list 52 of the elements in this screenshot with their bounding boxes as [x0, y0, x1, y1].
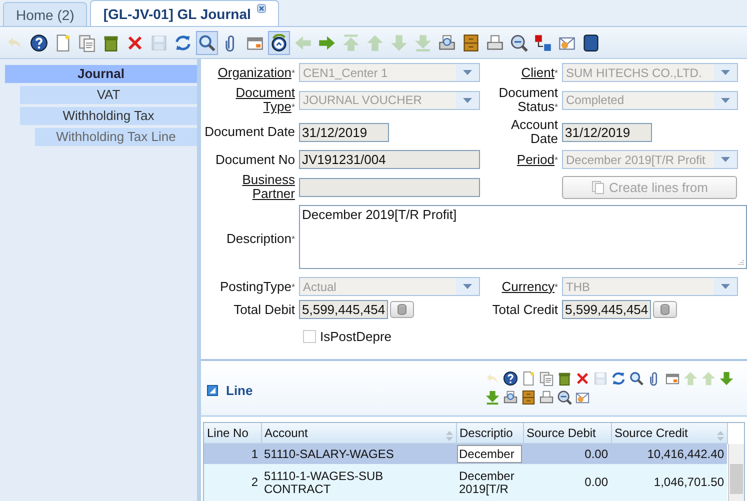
table-cell: 51110-1-WAGES-SUB CONTRACT: [261, 464, 456, 501]
calculator-button[interactable]: [390, 301, 414, 318]
cell-input-field[interactable]: December: [457, 445, 522, 463]
description-field[interactable]: December 2019[T/R Profit]: [299, 205, 747, 269]
table-row[interactable]: 1 51110-SALARY-WAGES December 0.00 10,416,442.40: [204, 444, 727, 464]
date-field[interactable]: 31/12/2019: [562, 122, 652, 142]
resize-grip-icon[interactable]: [737, 259, 744, 266]
sidebar-item[interactable]: Withholding Tax: [20, 107, 197, 125]
cylinder-icon: [660, 304, 670, 315]
search-icon[interactable]: [627, 369, 645, 388]
help-icon[interactable]: [501, 369, 519, 388]
date-field[interactable]: 31/12/2019: [299, 122, 389, 142]
column-header[interactable]: Account: [261, 423, 456, 444]
text-field[interactable]: [299, 178, 480, 196]
scrollbar[interactable]: [728, 444, 744, 501]
field-label: Document No: [216, 152, 295, 166]
copy-icon[interactable]: [537, 369, 555, 388]
search-icon[interactable]: [196, 30, 218, 54]
table-cell: 10,416,442.40: [611, 444, 727, 464]
column-header[interactable]: Line No: [204, 423, 261, 444]
field-label: Business Partner: [242, 172, 295, 201]
table-cell: 51110-SALARY-WAGES: [261, 444, 456, 464]
table-cell: 0.00: [523, 444, 611, 464]
calculator-button[interactable]: [653, 301, 678, 318]
number-field[interactable]: 5,599,445,454: [299, 300, 388, 319]
table-cell: December 2019[T/R: [456, 464, 523, 501]
tab[interactable]: Home (2): [3, 2, 88, 26]
close-icon[interactable]: [256, 4, 266, 13]
sidebar-item[interactable]: Journal: [5, 65, 197, 83]
checkbox-label: IsPostDepre: [320, 329, 392, 344]
table-cell: 1,046,701.50: [611, 464, 727, 501]
number-field[interactable]: 5,599,445,454: [562, 300, 652, 319]
field-label: Total Debit: [234, 302, 295, 316]
field-label: Account Date: [511, 117, 558, 146]
column-header[interactable]: Descriptio: [456, 423, 523, 444]
arrow-down-icon[interactable]: [717, 369, 735, 388]
cylinder-icon: [397, 304, 408, 315]
column-header[interactable]: Source Credit: [611, 423, 727, 444]
collapse-icon[interactable]: [207, 384, 218, 396]
text-field[interactable]: JV191231/004: [299, 150, 480, 169]
clock-icon[interactable]: [268, 30, 290, 54]
magnifier-icon[interactable]: [555, 388, 573, 407]
table-cell: 2: [204, 464, 261, 501]
section-title: Line: [226, 382, 253, 398]
table-cell: 1: [204, 444, 261, 464]
column-header[interactable]: Source Debit: [523, 423, 611, 444]
field-label: Document Date: [204, 124, 295, 139]
tab[interactable]: [GL-JV-01] GL Journal: [90, 0, 279, 26]
sidebar-item[interactable]: VAT: [20, 86, 197, 104]
copy-icon: [591, 180, 605, 194]
table-cell: 0.00: [523, 464, 611, 501]
field-label: Total Credit: [492, 302, 558, 316]
